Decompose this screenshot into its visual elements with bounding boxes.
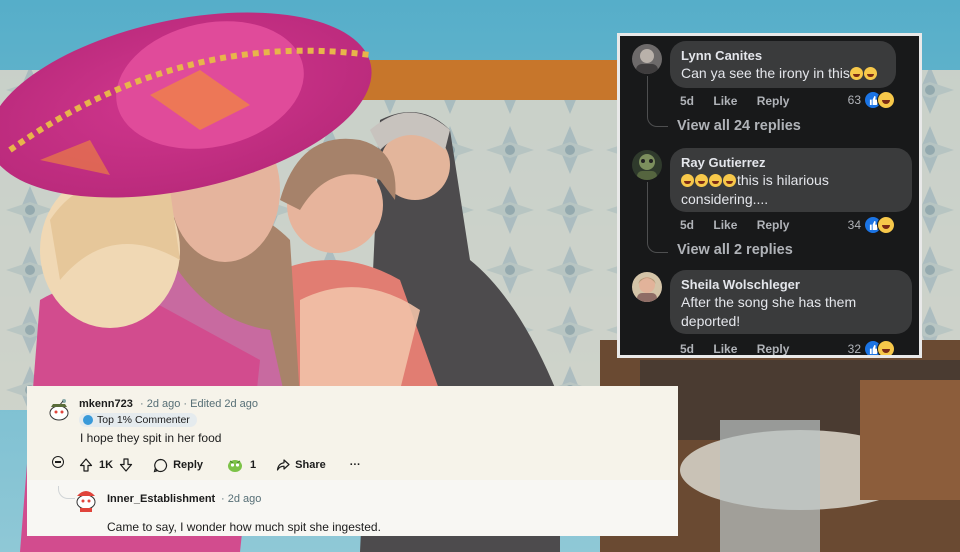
comment-time[interactable]: 5d bbox=[680, 94, 694, 108]
comment-text-line: After the song she has them bbox=[681, 294, 857, 310]
reply-button[interactable]: Reply bbox=[153, 458, 203, 473]
comment-actions: 5d Like Reply bbox=[680, 342, 805, 355]
comment-author[interactable]: Ray Gutierrez bbox=[681, 155, 900, 171]
flair-icon bbox=[83, 415, 93, 425]
comment-text-line: considering.... bbox=[681, 191, 769, 207]
reaction-count: 32 bbox=[847, 342, 861, 356]
reaction-count: 34 bbox=[847, 218, 861, 232]
haha-emoji-icon bbox=[877, 91, 895, 109]
like-button[interactable]: Like bbox=[713, 342, 737, 355]
comment-text-line: deported! bbox=[681, 313, 741, 329]
award-icon bbox=[228, 459, 243, 472]
comment-bubble: Sheila Wolschleger After the song she ha… bbox=[670, 270, 912, 334]
haha-emoji-icon bbox=[695, 174, 708, 187]
comment-bubble: Ray Gutierrez this is hilarious consider… bbox=[670, 148, 912, 212]
reply-button[interactable]: Reply bbox=[757, 342, 790, 355]
flair-label: Top 1% Commenter bbox=[97, 414, 190, 426]
reply-bubble-icon bbox=[153, 458, 168, 472]
avatar[interactable] bbox=[74, 486, 98, 512]
comment-author[interactable]: Sheila Wolschleger bbox=[681, 277, 900, 293]
share-button[interactable]: Share bbox=[276, 458, 326, 472]
haha-emoji-icon bbox=[849, 67, 863, 80]
like-button[interactable]: Like bbox=[713, 218, 737, 232]
comment-text: this is hilarious bbox=[681, 171, 900, 190]
avatar[interactable] bbox=[632, 272, 662, 302]
haha-emoji-icon bbox=[709, 174, 722, 187]
comment-bubble: Lynn Canites Can ya see the irony in thi… bbox=[670, 41, 896, 88]
thread-line bbox=[647, 182, 668, 253]
haha-emoji-icon bbox=[877, 340, 895, 355]
reddit-comment-card: mkenn723 · 2d ago · Edited 2d ago Top 1%… bbox=[27, 386, 678, 536]
award-count: 1 bbox=[250, 459, 257, 471]
downvote-icon bbox=[119, 458, 133, 472]
avatar[interactable] bbox=[632, 150, 662, 180]
reaction-count: 63 bbox=[847, 93, 861, 107]
reply-button[interactable]: Reply bbox=[757, 94, 790, 108]
more-options-button[interactable]: ··· bbox=[350, 459, 361, 471]
reaction-summary[interactable]: 34 bbox=[848, 216, 895, 234]
reaction-summary[interactable]: 32 bbox=[847, 340, 895, 356]
reply-label: Reply bbox=[173, 459, 204, 471]
haha-emoji-icon bbox=[877, 216, 895, 234]
comment-actions: 1K Reply 1 Share ··· bbox=[79, 455, 361, 475]
upvote-button[interactable] bbox=[79, 458, 93, 472]
downvote-button[interactable] bbox=[119, 458, 133, 472]
share-icon bbox=[277, 459, 290, 471]
award-button[interactable]: 1 bbox=[227, 458, 256, 473]
haha-emoji-icon bbox=[723, 174, 736, 187]
view-replies-link[interactable]: View all 24 replies bbox=[677, 118, 801, 134]
like-button[interactable]: Like bbox=[713, 94, 737, 108]
reply-username[interactable]: Inner_Establishment bbox=[107, 493, 215, 505]
upvote-icon bbox=[79, 458, 93, 472]
comment-text: Can ya see the irony in this bbox=[681, 64, 884, 83]
collapse-thread-button[interactable] bbox=[52, 456, 64, 468]
reply-button[interactable]: Reply bbox=[757, 218, 790, 232]
haha-emoji-icon bbox=[681, 174, 694, 187]
avatar[interactable] bbox=[47, 397, 71, 423]
share-label: Share bbox=[295, 459, 326, 471]
vote-count: 1K bbox=[99, 459, 114, 471]
view-replies-link[interactable]: View all 2 replies bbox=[677, 242, 793, 258]
comment-text-body: Can ya see the irony in this bbox=[681, 65, 850, 81]
reply-body: Came to say, I wonder how much spit she … bbox=[107, 520, 381, 534]
avatar[interactable] bbox=[632, 44, 662, 74]
user-flair: Top 1% Commenter bbox=[79, 413, 197, 427]
thread-line bbox=[58, 486, 75, 499]
comment-actions: 5d Like Reply bbox=[680, 94, 805, 108]
comment-time[interactable]: 5d bbox=[680, 342, 694, 355]
reaction-summary[interactable]: 63 bbox=[848, 91, 895, 109]
comment-username[interactable]: mkenn723 bbox=[79, 398, 133, 410]
comment-author[interactable]: Lynn Canites bbox=[681, 48, 884, 64]
thread-line bbox=[647, 76, 668, 127]
comment-text-line: this is hilarious bbox=[737, 172, 829, 188]
haha-emoji-icon bbox=[863, 67, 877, 80]
facebook-comments-panel: Lynn Canites Can ya see the irony in thi… bbox=[617, 33, 922, 358]
comment-actions: 5d Like Reply bbox=[680, 218, 805, 232]
comment-body: I hope they spit in her food bbox=[80, 431, 222, 445]
comment-time[interactable]: 5d bbox=[680, 218, 694, 232]
comment-meta: · 2d ago · Edited 2d ago bbox=[140, 398, 259, 410]
reply-meta: · 2d ago bbox=[221, 493, 262, 505]
